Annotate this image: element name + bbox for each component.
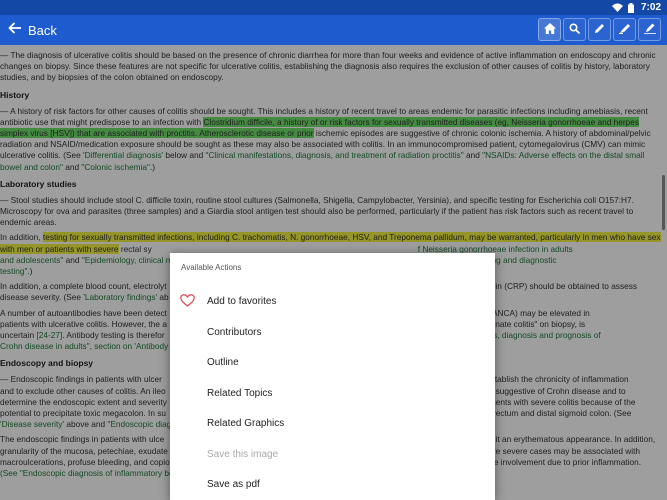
menu-item-label: Outline	[207, 356, 239, 368]
menu-item-outline[interactable]: Outline	[170, 347, 495, 377]
toolbar	[538, 18, 661, 41]
edit-button[interactable]	[638, 18, 661, 41]
menu-item-label: Save as pdf	[207, 478, 260, 490]
menu-item-save-this-image: Save this image	[170, 439, 495, 469]
menu-item-add-to-favorites[interactable]: Add to favorites	[170, 286, 495, 316]
heart-icon	[180, 294, 195, 310]
search-icon	[569, 21, 581, 39]
annotate-button[interactable]	[588, 18, 611, 41]
menu-item-label: Contributors	[207, 326, 262, 338]
highlight-button[interactable]	[613, 18, 636, 41]
menu-title: Available Actions	[181, 263, 242, 272]
edit-icon	[643, 21, 656, 39]
menu-item-label: Add to favorites	[207, 295, 277, 307]
wifi-icon	[611, 3, 623, 12]
status-icons: 7:02	[611, 1, 661, 14]
search-button[interactable]	[563, 18, 586, 41]
menu-item-label: Related Topics	[207, 387, 273, 399]
back-label: Back	[28, 22, 57, 38]
menu-item-label: Related Graphics	[207, 417, 285, 429]
back-arrow-icon	[8, 21, 22, 39]
menu-item-contributors[interactable]: Contributors	[170, 317, 495, 347]
menu-item-label: Save this image	[207, 448, 279, 460]
home-icon	[543, 21, 556, 39]
highlighter-icon	[618, 21, 631, 39]
home-button[interactable]	[538, 18, 561, 41]
menu-item-related-topics[interactable]: Related Topics	[170, 378, 495, 408]
status-bar: 7:02	[0, 0, 667, 15]
menu-item-related-graphics[interactable]: Related Graphics	[170, 408, 495, 438]
available-actions-menu: Available Actions Add to favorites Contr…	[170, 253, 495, 500]
status-time: 7:02	[640, 2, 661, 13]
menu-item-save-as-pdf[interactable]: Save as pdf	[170, 469, 495, 499]
app-bar: Back	[0, 15, 667, 45]
pencil-icon	[594, 21, 605, 39]
back-button[interactable]: Back	[4, 15, 61, 45]
battery-icon	[627, 2, 634, 13]
